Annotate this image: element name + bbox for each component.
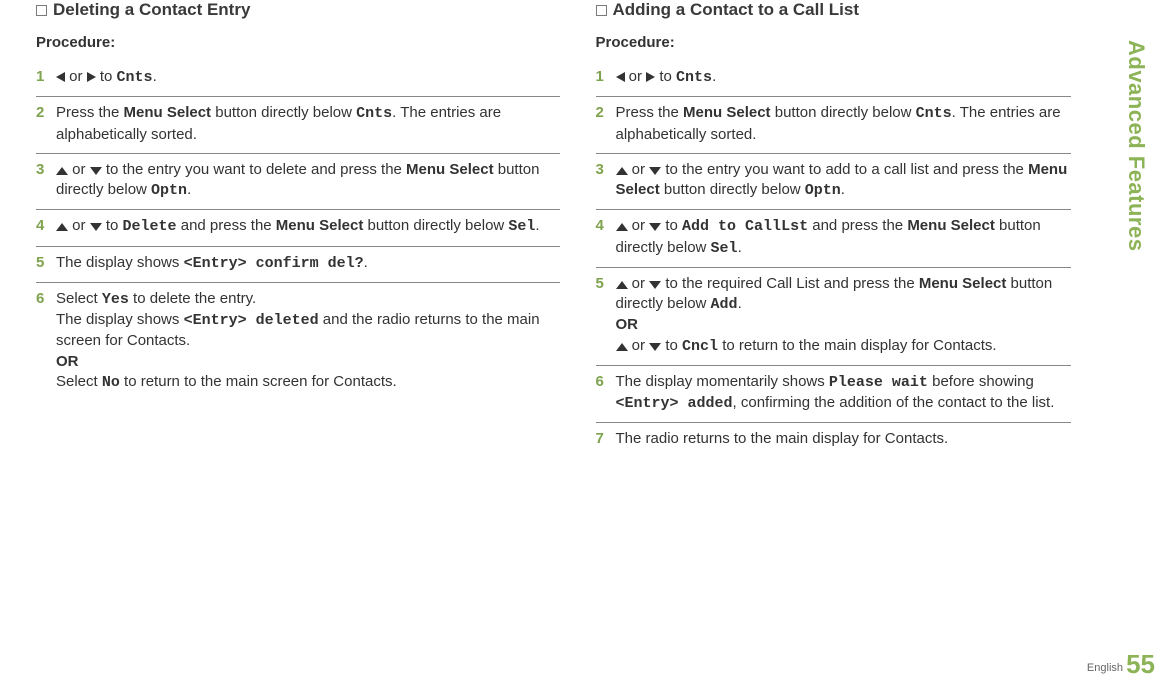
right-title: Adding a Contact to a Call List (596, 0, 1072, 20)
sidebar-label: Advanced Features (1123, 40, 1149, 251)
checkbox-icon (36, 5, 47, 16)
down-arrow-icon (649, 343, 661, 351)
down-arrow-icon (90, 167, 102, 175)
page-number: 55 (1126, 649, 1155, 680)
right-title-text: Adding a Contact to a Call List (613, 0, 860, 19)
right-arrow-icon (646, 72, 655, 82)
down-arrow-icon (649, 223, 661, 231)
left-arrow-icon (616, 72, 625, 82)
left-title-text: Deleting a Contact Entry (53, 0, 250, 19)
left-steps: 1 or to Cnts. 2 Press the Menu Select bu… (36, 61, 560, 401)
up-arrow-icon (616, 281, 628, 289)
step-5: 5 The display shows <Entry> confirm del?… (36, 247, 560, 283)
step-4: 4 or to Delete and press the Menu Select… (36, 210, 560, 246)
left-column: Deleting a Contact Entry Procedure: 1 or… (36, 0, 584, 458)
procedure-label: Procedure: (596, 34, 1072, 51)
down-arrow-icon (90, 223, 102, 231)
language-label: English (1087, 662, 1123, 674)
checkbox-icon (596, 5, 607, 16)
step-5: 5 or to the required Call List and press… (596, 268, 1072, 366)
down-arrow-icon (649, 167, 661, 175)
right-steps: 1 or to Cnts. 2 Press the Menu Select bu… (596, 61, 1072, 458)
up-arrow-icon (616, 343, 628, 351)
step-4: 4 or to Add to CallLst and press the Men… (596, 210, 1072, 268)
step-6: 6 The display momentarily shows Please w… (596, 366, 1072, 424)
step-6: 6 Select Yes to delete the entry. The di… (36, 283, 560, 401)
step-1: 1 or to Cnts. (596, 61, 1072, 97)
step-2: 2 Press the Menu Select button directly … (596, 97, 1072, 154)
right-arrow-icon (87, 72, 96, 82)
up-arrow-icon (56, 223, 68, 231)
step-1: 1 or to Cnts. (36, 61, 560, 97)
up-arrow-icon (616, 223, 628, 231)
step-2: 2 Press the Menu Select button directly … (36, 97, 560, 154)
up-arrow-icon (616, 167, 628, 175)
step-3: 3 or to the entry you want to add to a c… (596, 154, 1072, 211)
up-arrow-icon (56, 167, 68, 175)
procedure-label: Procedure: (36, 34, 560, 51)
left-arrow-icon (56, 72, 65, 82)
step-3: 3 or to the entry you want to delete and… (36, 154, 560, 211)
right-column: Adding a Contact to a Call List Procedur… (584, 0, 1132, 458)
down-arrow-icon (649, 281, 661, 289)
left-title: Deleting a Contact Entry (36, 0, 560, 20)
step-7: 7 The radio returns to the main display … (596, 423, 1072, 457)
